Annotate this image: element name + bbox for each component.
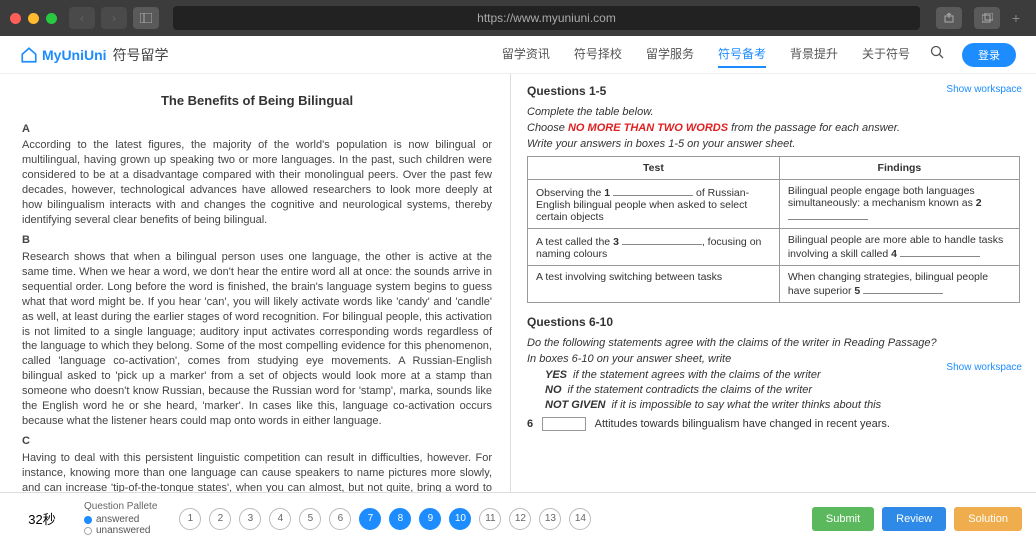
- search-icon[interactable]: [930, 45, 944, 64]
- nav-item-5[interactable]: 关于符号: [862, 41, 910, 68]
- new-tab-icon[interactable]: +: [1006, 10, 1026, 26]
- question-nav-1[interactable]: 1: [179, 508, 201, 530]
- question-nav-5[interactable]: 5: [299, 508, 321, 530]
- show-workspace-link-2[interactable]: Show workspace: [946, 362, 1022, 373]
- blank-input-1[interactable]: [613, 185, 693, 196]
- question-nav-9[interactable]: 9: [419, 508, 441, 530]
- logo-cn: 符号留学: [113, 45, 169, 65]
- section-text-B: Research shows that when a bilingual per…: [22, 250, 492, 428]
- instruction-2: Choose NO MORE THAN TWO WORDS from the p…: [527, 122, 1020, 134]
- nav-item-1[interactable]: 符号择校: [574, 41, 622, 68]
- section-text-C: Having to deal with this persistent ling…: [22, 451, 492, 492]
- logo-text: MyUniUni: [42, 47, 107, 63]
- question-nav-13[interactable]: 13: [539, 508, 561, 530]
- dot-unanswered-icon: [84, 527, 92, 535]
- maximize-window-icon[interactable]: [46, 13, 57, 24]
- main-nav: 留学资讯 符号择校 留学服务 符号备考 背景提升 关于符号: [502, 41, 910, 68]
- share-icon[interactable]: [936, 7, 962, 29]
- question-nav-12[interactable]: 12: [509, 508, 531, 530]
- dot-answered-icon: [84, 516, 92, 524]
- instruction-1: Complete the table below.: [527, 106, 1020, 118]
- tabs-icon[interactable]: [974, 7, 1000, 29]
- section-text-A: According to the latest figures, the maj…: [22, 138, 492, 227]
- blank-input-4[interactable]: [900, 246, 980, 257]
- logo-icon: [20, 46, 38, 64]
- question-nav-3[interactable]: 3: [239, 508, 261, 530]
- nav-item-0[interactable]: 留学资讯: [502, 41, 550, 68]
- table-cell-findings: Bilingual people engage both languages s…: [779, 180, 1019, 229]
- nav-item-4[interactable]: 背景提升: [790, 41, 838, 68]
- submit-button[interactable]: Submit: [812, 507, 874, 531]
- forward-button[interactable]: ›: [101, 7, 127, 29]
- answer-table: TestFindings Observing the 1 of Russian-…: [527, 156, 1020, 303]
- table-cell-test: Observing the 1 of Russian- English bili…: [528, 180, 780, 229]
- traffic-lights: [10, 13, 57, 24]
- footer-bar: 32秒 Question Pallete answered unanswered…: [0, 492, 1036, 544]
- table-row: A test involving switching between tasks…: [528, 266, 1020, 303]
- review-button[interactable]: Review: [882, 507, 946, 531]
- question-nav-7[interactable]: 7: [359, 508, 381, 530]
- url-bar[interactable]: https://www.myuniuni.com: [173, 6, 920, 30]
- login-button[interactable]: 登录: [962, 43, 1016, 67]
- table-cell-test: A test involving switching between tasks: [528, 266, 780, 303]
- table-row: A test called the 3 , focusing on naming…: [528, 229, 1020, 266]
- main-content: The Benefits of Being Bilingual AAccordi…: [0, 74, 1036, 492]
- url-text: https://www.myuniuni.com: [477, 11, 616, 25]
- question-nav-8[interactable]: 8: [389, 508, 411, 530]
- instruction-3: Write your answers in boxes 1-5 on your …: [527, 138, 1020, 150]
- section-label-B: B: [22, 233, 492, 248]
- blank-input-3[interactable]: [622, 234, 702, 245]
- passage-title: The Benefits of Being Bilingual: [22, 92, 492, 110]
- question-nav-14[interactable]: 14: [569, 508, 591, 530]
- logo[interactable]: MyUniUni 符号留学: [20, 45, 169, 65]
- nav-item-2[interactable]: 留学服务: [646, 41, 694, 68]
- question-nav-2[interactable]: 2: [209, 508, 231, 530]
- question-nav-4[interactable]: 4: [269, 508, 291, 530]
- table-cell-findings: Bilingual people are more able to handle…: [779, 229, 1019, 266]
- option-row: NOif the statement contradicts the claim…: [545, 384, 1020, 396]
- th-findings: Findings: [779, 157, 1019, 180]
- question-6-row: 6 Attitudes towards bilingualism have ch…: [527, 417, 1020, 431]
- passage-panel[interactable]: The Benefits of Being Bilingual AAccordi…: [0, 74, 510, 492]
- nav-item-3[interactable]: 符号备考: [718, 41, 766, 68]
- blank-input-2[interactable]: [788, 209, 868, 220]
- table-cell-findings: When changing strategies, bilingual peop…: [779, 266, 1019, 303]
- palette-label: Question Pallete: [84, 501, 157, 512]
- q6-answer-box[interactable]: [542, 417, 586, 431]
- question-nav-10[interactable]: 10: [449, 508, 471, 530]
- section-label-C: C: [22, 434, 492, 449]
- question-set-2-heading: Questions 6-10: [527, 315, 1020, 329]
- solution-button[interactable]: Solution: [954, 507, 1022, 531]
- question-number-palette: 1234567891011121314: [179, 508, 591, 530]
- browser-chrome: ‹ › https://www.myuniuni.com +: [0, 0, 1036, 36]
- show-workspace-link-1[interactable]: Show workspace: [946, 84, 1022, 95]
- back-button[interactable]: ‹: [69, 7, 95, 29]
- option-row: NOT GIVENif it is impossible to say what…: [545, 399, 1020, 411]
- close-window-icon[interactable]: [10, 13, 21, 24]
- answer-options: YESif the statement agrees with the clai…: [545, 369, 1020, 411]
- instruction-4: Do the following statements agree with t…: [527, 337, 1020, 349]
- sidebar-toggle-icon[interactable]: [133, 7, 159, 29]
- section-label-A: A: [22, 122, 492, 137]
- blank-input-5[interactable]: [863, 283, 943, 294]
- table-cell-test: A test called the 3 , focusing on naming…: [528, 229, 780, 266]
- question-nav-6[interactable]: 6: [329, 508, 351, 530]
- question-nav-11[interactable]: 11: [479, 508, 501, 530]
- th-test: Test: [528, 157, 780, 180]
- timer: 32秒: [14, 509, 70, 528]
- table-row: Observing the 1 of Russian- English bili…: [528, 180, 1020, 229]
- minimize-window-icon[interactable]: [28, 13, 39, 24]
- questions-panel[interactable]: Show workspace Questions 1-5 Complete th…: [510, 74, 1036, 492]
- question-palette-legend: Question Pallete answered unanswered: [84, 501, 157, 536]
- site-header: MyUniUni 符号留学 留学资讯 符号择校 留学服务 符号备考 背景提升 关…: [0, 36, 1036, 74]
